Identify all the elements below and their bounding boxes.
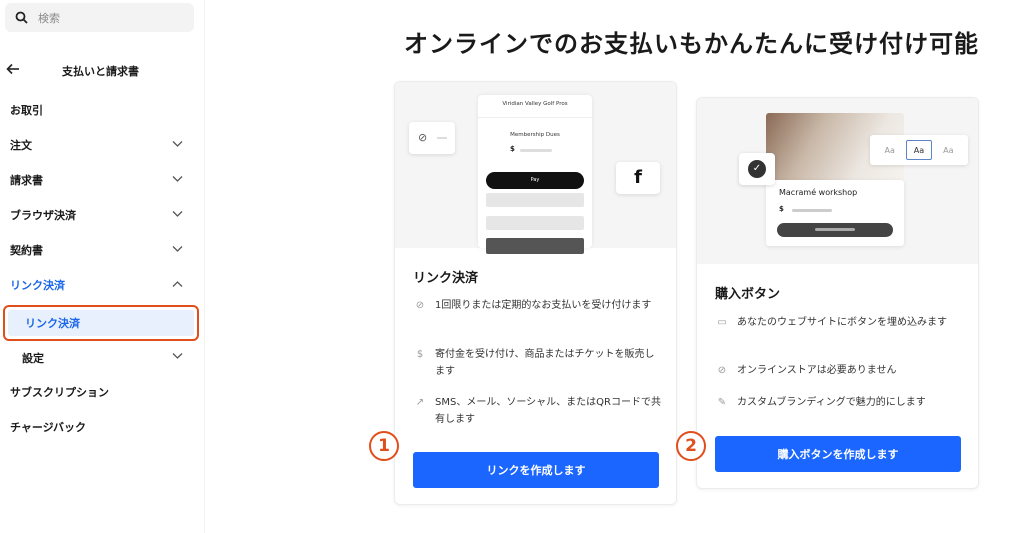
mock-item-name: Membership Dues <box>510 132 560 138</box>
font-picker: Aa Aa Aa <box>870 135 968 165</box>
buy-button-card: Macramé workshop $ Aa Aa Aa ✓ 購入ボタン ▭ あな… <box>696 97 979 489</box>
share-arrow-icon: ↗ <box>415 397 425 408</box>
sidebar-item-label: 請求書 <box>10 174 43 187</box>
feature-item: ⊘ オンラインストアは必要ありません <box>715 362 965 379</box>
create-link-button[interactable]: リンクを作成します <box>413 452 659 488</box>
sidebar-item-label: 設定 <box>22 352 44 365</box>
feature-text: 1回限りまたは定期的なお支払いを受け付けます <box>435 300 652 311</box>
chevron-up-icon <box>172 281 183 287</box>
sidebar-item-label: リンク決済 <box>25 317 80 330</box>
mock-submit-bar <box>486 238 584 254</box>
feature-item: ⊘ 1回限りまたは定期的なお支払いを受け付けます <box>413 297 663 314</box>
mock-field <box>486 193 584 207</box>
check-icon: ✓ <box>748 160 766 178</box>
feature-text: 寄付金を受け付け、商品またはチケットを販売します <box>435 349 655 377</box>
sidebar-item-orders[interactable]: 注文 <box>0 131 200 159</box>
sidebar-item-label: 注文 <box>10 139 32 152</box>
sidebar-item-chargebacks[interactable]: チャージバック <box>0 413 200 441</box>
page-title: オンラインでのお支払いもかんたんに受け付け可能 <box>404 30 979 58</box>
sidebar-item-browser-payments[interactable]: ブラウザ決済 <box>0 201 200 229</box>
step-badge-2: 2 <box>676 431 706 461</box>
search-input[interactable]: 検索 <box>5 3 194 32</box>
back-arrow-icon[interactable] <box>6 62 20 76</box>
feature-text: オンラインストアは必要ありません <box>737 365 897 376</box>
link-icon: ⊘ <box>418 131 428 144</box>
payment-link-illustration: ⊘ Viridian Valley Golf Pros Membership D… <box>395 82 676 254</box>
link-icon: ⊘ <box>415 300 425 311</box>
sidebar-item-transactions[interactable]: お取引 <box>0 96 200 124</box>
back-navigation[interactable]: 支払いと請求書 <box>0 58 200 82</box>
card-title: リンク決済 <box>413 271 479 286</box>
sidebar-item-subscriptions[interactable]: サブスクリプション <box>0 378 200 406</box>
chevron-down-icon <box>172 353 183 359</box>
sidebar-item-label: サブスクリプション <box>10 386 109 399</box>
feature-item: ▭ あなたのウェブサイトにボタンを埋め込みます <box>715 314 965 331</box>
create-buy-button-button[interactable]: 購入ボタンを作成します <box>715 436 961 472</box>
mock-store-name: Viridian Valley Golf Pros <box>502 101 568 107</box>
mock-currency: $ <box>779 205 784 213</box>
feature-item: ↗ SMS、メール、ソーシャル、またはQRコードで共有します <box>413 394 663 428</box>
search-icon <box>15 11 28 24</box>
dollar-icon: $ <box>416 349 424 360</box>
mock-pay-button: Pay <box>486 172 584 189</box>
no-store-icon: ⊘ <box>717 365 727 376</box>
step-badge-1: 1 <box>369 431 399 461</box>
font-option: Aa <box>943 145 954 155</box>
sidebar-item-payment-links[interactable]: リンク決済 <box>0 271 200 299</box>
sidebar-section-title: 支払いと請求書 <box>62 65 139 78</box>
feature-text: カスタムブランディングで魅力的にします <box>737 397 926 408</box>
feature-item: $ 寄付金を受け付け、商品またはチケットを販売します <box>413 346 663 380</box>
sidebar-item-label: チャージバック <box>10 421 87 434</box>
chevron-down-icon <box>172 211 183 217</box>
payment-link-card: ⊘ Viridian Valley Golf Pros Membership D… <box>394 81 677 505</box>
chevron-down-icon <box>172 176 183 182</box>
mock-item-name: Macramé workshop <box>779 188 858 197</box>
product-mockup: Macramé workshop $ <box>766 180 904 246</box>
feature-text: あなたのウェブサイトにボタンを埋め込みます <box>737 317 947 328</box>
chevron-down-icon <box>172 141 183 147</box>
font-option-selected: Aa <box>905 140 932 160</box>
feature-item: ✎ カスタムブランディングで魅力的にします <box>715 394 965 411</box>
sidebar: 検索 支払いと請求書 お取引 注文 請求書 ブラウザ決済 契約書 リンク決済 リ… <box>0 0 205 533</box>
card-title: 購入ボタン <box>715 287 781 302</box>
sidebar-item-invoices[interactable]: 請求書 <box>0 166 200 194</box>
link-chip: ⊘ <box>409 122 455 154</box>
phone-mockup: Viridian Valley Golf Pros Membership Due… <box>478 95 592 254</box>
mock-field <box>486 216 584 230</box>
sidebar-subitem-settings[interactable]: 設定 <box>0 343 200 371</box>
font-option: Aa <box>884 145 895 155</box>
facebook-icon: f <box>616 162 660 194</box>
mock-buy-button <box>777 223 893 237</box>
sidebar-item-label: お取引 <box>10 104 43 117</box>
sidebar-subitem-payment-links[interactable]: リンク決済 <box>3 305 199 341</box>
search-placeholder: 検索 <box>38 11 60 25</box>
buy-button-illustration: Macramé workshop $ Aa Aa Aa ✓ <box>697 98 978 264</box>
sidebar-item-label: リンク決済 <box>10 279 65 292</box>
chevron-down-icon <box>172 246 183 252</box>
embed-icon: ▭ <box>717 317 727 328</box>
feature-text: SMS、メール、ソーシャル、またはQRコードで共有します <box>435 397 661 425</box>
sidebar-item-label: ブラウザ決済 <box>10 209 76 222</box>
mock-currency: $ <box>510 145 515 153</box>
sidebar-item-label: 契約書 <box>10 244 43 257</box>
check-badge: ✓ <box>739 153 775 185</box>
brush-icon: ✎ <box>717 397 727 408</box>
sidebar-item-contracts[interactable]: 契約書 <box>0 236 200 264</box>
